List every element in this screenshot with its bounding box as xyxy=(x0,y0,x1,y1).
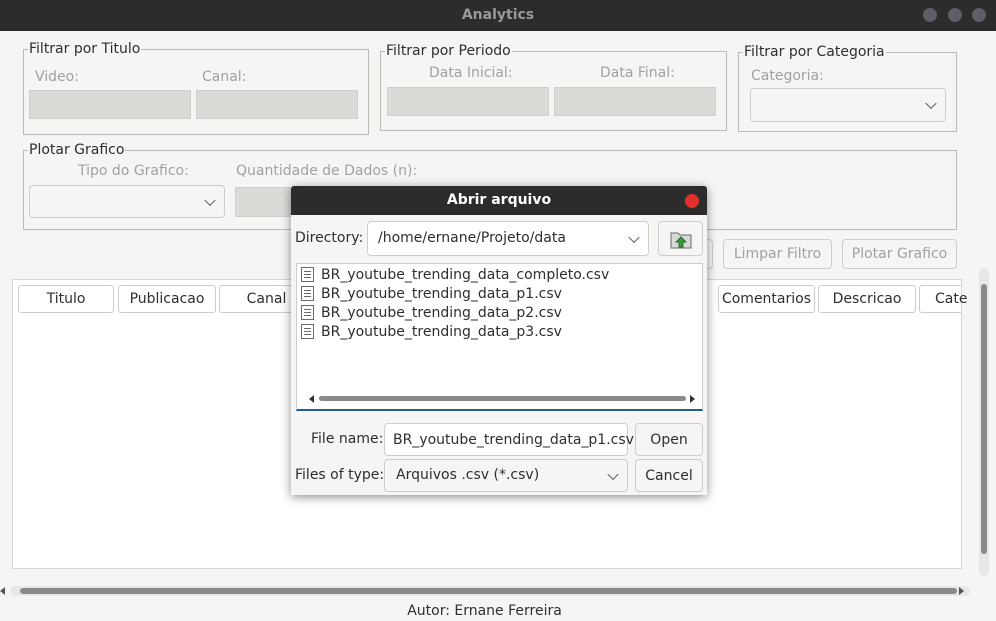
cancel-button[interactable]: Cancel xyxy=(635,459,703,492)
quantidade-label: Quantidade de Dados (n): xyxy=(236,163,418,179)
filetype-select[interactable]: Arquivos .csv (*.csv) xyxy=(384,459,628,492)
file-icon xyxy=(301,324,314,339)
scroll-right-arrow-icon[interactable] xyxy=(690,395,695,403)
data-final-input[interactable] xyxy=(554,87,716,116)
filter-category-group: Filtrar por Categoria Categoria: xyxy=(738,44,957,132)
tipo-grafico-label: Tipo do Grafico: xyxy=(78,163,189,179)
scroll-left-arrow-icon[interactable] xyxy=(0,587,5,595)
vertical-scrollbar[interactable] xyxy=(979,268,989,576)
column-header-descricao[interactable]: Descricao xyxy=(818,285,916,313)
folder-up-icon xyxy=(670,232,692,249)
filter-period-legend: Filtrar por Periodo xyxy=(385,43,512,59)
chevron-down-icon xyxy=(628,231,640,243)
data-inicial-input[interactable] xyxy=(387,87,549,116)
window-title: Analytics xyxy=(461,7,535,23)
column-header-titulo[interactable]: Titulo xyxy=(18,285,114,313)
filetype-value: Arquivos .csv (*.csv) xyxy=(396,467,540,483)
file-icon xyxy=(301,305,314,320)
filter-title-legend: Filtrar por Titulo xyxy=(28,41,142,57)
data-final-label: Data Final: xyxy=(600,65,675,81)
directory-value: /home/ernane/Projeto/data xyxy=(378,230,566,246)
chevron-down-icon xyxy=(925,97,937,110)
file-item[interactable]: BR_youtube_trending_data_p1.csv xyxy=(301,285,562,303)
horizontal-scroll-thumb[interactable] xyxy=(20,588,957,594)
filter-period-group: Filtrar por Periodo Data Inicial: Data F… xyxy=(380,43,727,131)
file-icon xyxy=(301,286,314,301)
filetype-label: Files of type: xyxy=(295,467,385,483)
dialog-titlebar: Abrir arquivo xyxy=(291,186,707,215)
scroll-left-arrow-icon[interactable] xyxy=(309,395,314,403)
video-input[interactable] xyxy=(29,90,191,119)
close-window-button[interactable] xyxy=(972,8,986,22)
categoria-select[interactable] xyxy=(750,88,946,122)
column-header-publicacao[interactable]: Publicacao xyxy=(118,285,216,313)
categoria-label: Categoria: xyxy=(751,68,824,84)
file-item[interactable]: BR_youtube_trending_data_completo.csv xyxy=(301,266,609,284)
parent-directory-button[interactable] xyxy=(658,221,703,256)
column-header-comentarios[interactable]: Comentarios xyxy=(718,285,815,313)
dialog-close-button[interactable] xyxy=(685,194,699,208)
plot-legend: Plotar Grafico xyxy=(28,142,126,158)
open-button[interactable]: Open xyxy=(635,423,703,456)
maximize-button[interactable] xyxy=(948,8,962,22)
file-item[interactable]: BR_youtube_trending_data_p2.csv xyxy=(301,304,562,322)
file-list-scroll-thumb[interactable] xyxy=(319,396,686,401)
author-footer: Autor: Ernane Ferreira xyxy=(407,603,562,619)
window-titlebar: Analytics xyxy=(0,0,996,31)
vertical-scroll-thumb[interactable] xyxy=(981,284,987,554)
filter-title-group: Filtrar por Titulo Video: Canal: xyxy=(23,41,369,135)
canal-input[interactable] xyxy=(196,90,358,119)
minimize-button[interactable] xyxy=(923,8,937,22)
filename-input[interactable]: BR_youtube_trending_data_p1.csv xyxy=(384,423,634,456)
filename-label: File name: xyxy=(311,431,384,447)
column-header-categoria[interactable]: Cate xyxy=(919,285,967,313)
directory-label: Directory: xyxy=(295,230,364,246)
file-list[interactable]: BR_youtube_trending_data_completo.csv BR… xyxy=(296,263,703,411)
video-label: Video: xyxy=(35,69,79,85)
canal-label: Canal: xyxy=(202,69,247,85)
open-file-dialog: Abrir arquivo Directory: /home/ernane/Pr… xyxy=(291,186,707,495)
file-icon xyxy=(301,267,314,282)
plotar-grafico-button[interactable]: Plotar Grafico xyxy=(842,239,957,269)
scroll-right-arrow-icon[interactable] xyxy=(959,587,964,595)
dialog-title: Abrir arquivo xyxy=(446,192,552,208)
filter-category-legend: Filtrar por Categoria xyxy=(743,44,886,60)
chevron-down-icon xyxy=(204,194,216,206)
chevron-down-icon xyxy=(607,468,619,480)
directory-select[interactable]: /home/ernane/Projeto/data xyxy=(367,221,649,256)
file-list-horizontal-scrollbar[interactable] xyxy=(305,394,695,404)
tipo-grafico-select[interactable] xyxy=(29,185,225,218)
file-item[interactable]: BR_youtube_trending_data_p3.csv xyxy=(301,323,562,341)
horizontal-scrollbar[interactable] xyxy=(10,586,970,596)
limpar-filtro-button[interactable]: Limpar Filtro xyxy=(723,239,832,269)
data-inicial-label: Data Inicial: xyxy=(429,65,513,81)
